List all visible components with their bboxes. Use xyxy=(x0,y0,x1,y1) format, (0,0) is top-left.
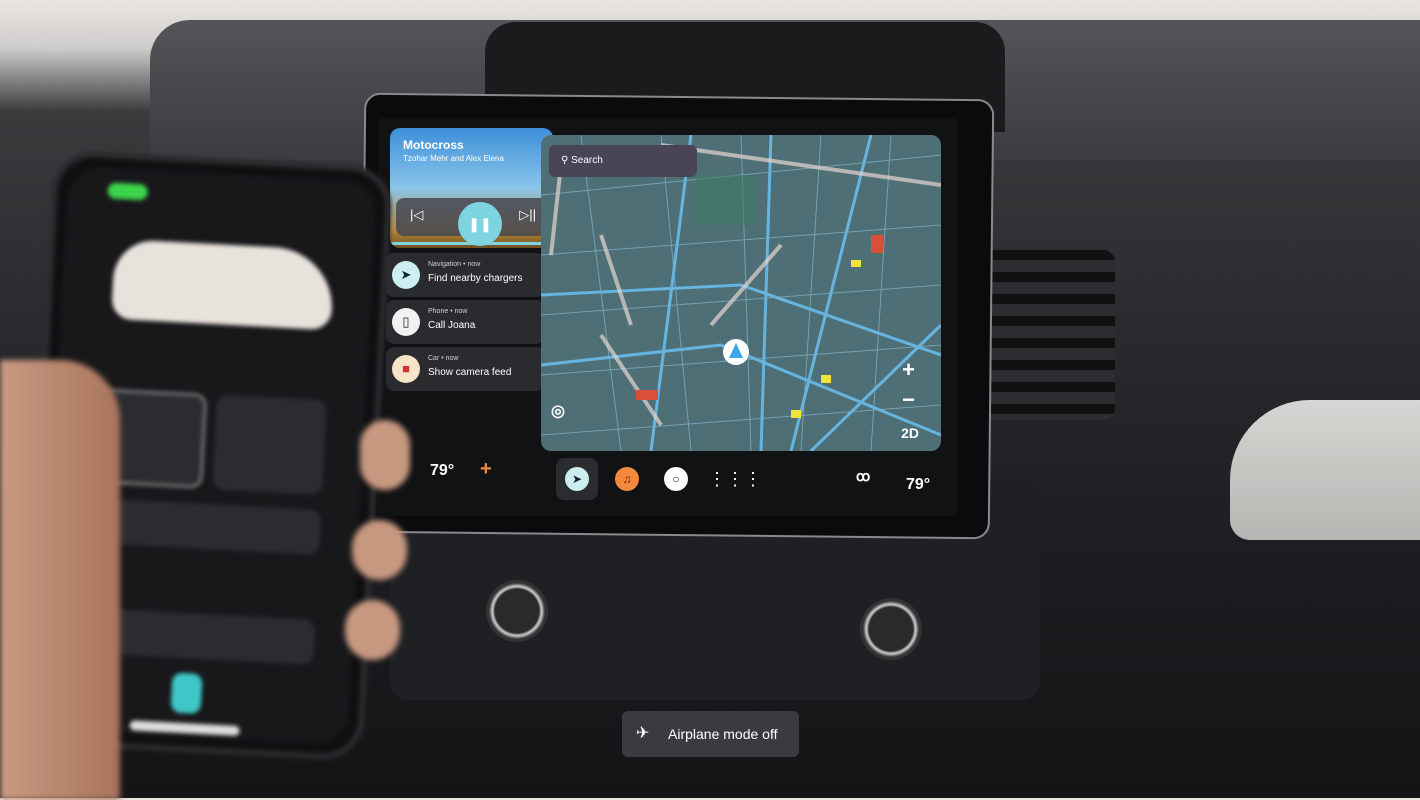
left-temperature[interactable]: 79° xyxy=(430,462,454,480)
notification-source: Navigation • now xyxy=(428,261,481,268)
status-pill xyxy=(107,182,149,201)
toast-text: Airplane mode off xyxy=(668,726,778,742)
circle-icon: ○ xyxy=(664,466,688,491)
media-card[interactable]: Motocross Tzohar Mehr and Alex Elena |◁ … xyxy=(390,128,553,248)
dashboard-trim xyxy=(1230,400,1420,540)
view-mode-button[interactable]: 2D xyxy=(901,425,919,441)
media-progress xyxy=(390,242,553,245)
phone-icon: ▯ xyxy=(392,308,420,336)
skip-previous-icon[interactable]: |◁ xyxy=(410,207,423,223)
skip-next-icon[interactable]: ▷|| xyxy=(519,207,536,223)
search-placeholder: Search xyxy=(571,155,603,166)
zoom-in-button[interactable]: + xyxy=(902,357,915,383)
android-auto-display: Motocross Tzohar Mehr and Alex Elena |◁ … xyxy=(378,118,958,516)
zoom-out-button[interactable]: − xyxy=(902,387,915,413)
finger xyxy=(360,420,410,490)
app-music[interactable]: ♫ xyxy=(606,458,648,500)
right-temperature[interactable]: 79° xyxy=(906,476,930,494)
map-view[interactable]: ⚲ Search + − 2D ◎ xyxy=(541,135,941,451)
notification-source: Car • now xyxy=(428,355,459,362)
map-roads xyxy=(541,135,941,451)
track-title: Motocross xyxy=(403,138,464,152)
toast-notification: ✈ Airplane mode off xyxy=(622,711,799,757)
air-vent xyxy=(975,250,1115,420)
recenter-icon[interactable]: ◎ xyxy=(551,401,565,421)
home-indicator xyxy=(129,720,240,737)
track-artist: Tzohar Mehr and Alex Elena xyxy=(403,154,504,163)
app-assistant[interactable]: ○ xyxy=(655,458,697,500)
music-note-icon: ♫ xyxy=(615,466,639,491)
airplane-off-icon: ✈ xyxy=(636,725,650,742)
phone-card xyxy=(212,394,328,496)
notification-message: Find nearby chargers xyxy=(428,273,523,284)
finger xyxy=(352,520,407,580)
right-temp-knob[interactable] xyxy=(860,598,922,660)
search-icon: ⚲ xyxy=(561,155,572,166)
navigation-arrow-icon: ➤ xyxy=(565,466,589,491)
hand xyxy=(0,360,120,800)
camera-icon: ■ xyxy=(392,355,420,383)
notification-source: Phone • now xyxy=(428,308,468,315)
app-navigation[interactable]: ➤ xyxy=(556,458,598,500)
notification-car[interactable]: ■ Car • now Show camera feed xyxy=(386,347,544,391)
notification-phone[interactable]: ▯ Phone • now Call Joana xyxy=(386,300,544,344)
car-image xyxy=(111,238,335,331)
map-search-input[interactable]: ⚲ Search xyxy=(549,145,697,177)
notification-message: Show camera feed xyxy=(428,367,512,378)
finger xyxy=(345,600,400,660)
bottom-bar: 79° + ➤ ♫ ○ ⋮⋮⋮ ꝏ 79° xyxy=(378,446,958,516)
notification-message: Call Joana xyxy=(428,320,476,331)
navigation-arrow-icon: ➤ xyxy=(392,261,420,289)
left-temp-knob[interactable] xyxy=(486,580,548,642)
pause-icon[interactable]: ❚❚ xyxy=(458,202,502,246)
grid-icon[interactable]: ⋮⋮⋮ xyxy=(708,458,762,500)
phone-tab-icon xyxy=(170,672,203,714)
fan-icon[interactable]: + xyxy=(480,458,492,481)
fan-off-icon[interactable]: ꝏ xyxy=(856,468,870,485)
notification-navigation[interactable]: ➤ Navigation • now Find nearby chargers xyxy=(386,253,544,297)
